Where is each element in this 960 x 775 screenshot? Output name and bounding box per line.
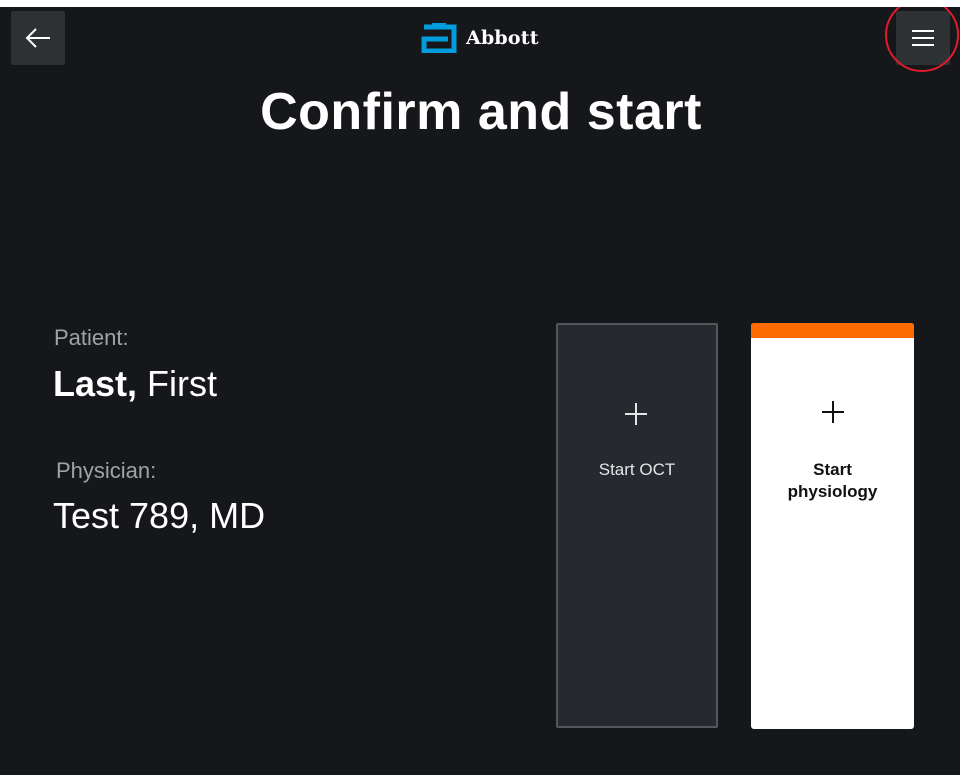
arrow-left-icon — [25, 28, 50, 48]
menu-button[interactable] — [896, 11, 950, 65]
patient-name: Last, First — [53, 363, 217, 405]
page-title: Confirm and start — [260, 83, 702, 141]
patient-first-name: First — [137, 363, 218, 404]
start-oct-label: Start OCT — [598, 460, 676, 479]
physiology-accent-bar — [751, 323, 914, 338]
plus-icon — [821, 401, 844, 423]
start-physiology-card[interactable]: Start physiology — [751, 323, 914, 729]
physician-name: Test 789, MD — [53, 495, 266, 536]
start-physiology-label: Start physiology — [787, 460, 878, 501]
back-button[interactable] — [11, 11, 65, 65]
hamburger-menu-icon — [912, 30, 934, 46]
abbott-logo-icon — [421, 23, 457, 53]
start-oct-card[interactable]: Start OCT — [556, 323, 718, 728]
physician-label: Physician: — [56, 458, 157, 483]
patient-last-name: Last, — [53, 363, 138, 404]
brand-logo: Abbott — [420, 22, 539, 54]
patient-label: Patient: — [54, 325, 129, 350]
brand-name: Abbott — [466, 27, 539, 49]
plus-icon — [625, 403, 647, 425]
confirm-start-screen: Abbott Confirm and start Patient: Last, … — [0, 7, 960, 775]
